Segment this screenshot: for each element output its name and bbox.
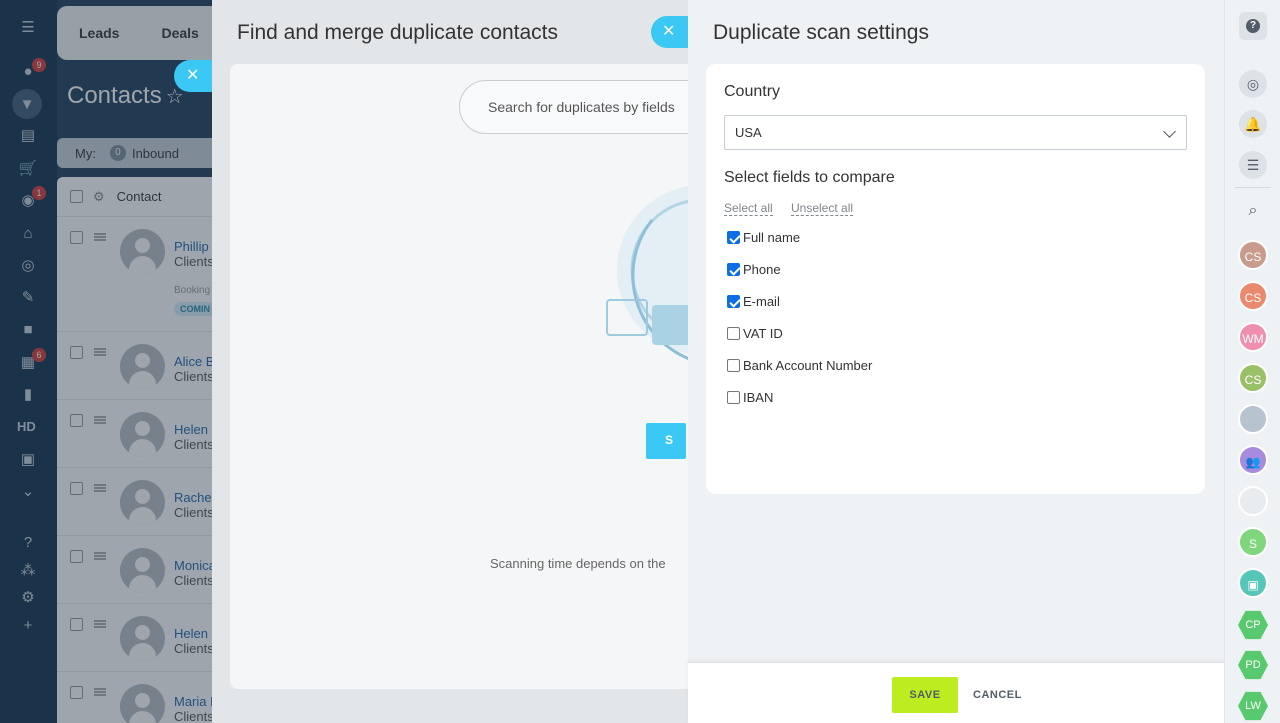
avatar-initials: S bbox=[1248, 537, 1257, 551]
field-bank-account[interactable]: Bank Account Number bbox=[727, 358, 872, 373]
vat-id-checkbox[interactable] bbox=[727, 327, 740, 340]
start-scan-label: S bbox=[665, 433, 674, 447]
settings-panel-title: Duplicate scan settings bbox=[713, 21, 929, 44]
iban-checkbox[interactable] bbox=[727, 391, 740, 404]
field-email[interactable]: E-mail bbox=[727, 294, 780, 309]
avatar[interactable] bbox=[1238, 486, 1268, 516]
country-select-value: USA bbox=[735, 125, 762, 140]
chat-icon[interactable]: ☰ bbox=[1239, 151, 1267, 179]
copilot-icon[interactable]: ◎ bbox=[1239, 70, 1267, 98]
hex-avatar-initials: PD bbox=[1245, 659, 1261, 671]
avatar-initials: CS bbox=[1244, 373, 1262, 387]
field-iban[interactable]: IBAN bbox=[727, 390, 773, 405]
fields-label: Select fields to compare bbox=[724, 169, 895, 186]
settings-footer: SAVE CANCEL bbox=[688, 662, 1224, 723]
notes-avatar[interactable]: ▣ bbox=[1238, 568, 1268, 598]
phone-label: Phone bbox=[743, 262, 781, 277]
avatar[interactable]: WM bbox=[1238, 322, 1268, 352]
select-all-link[interactable]: Select all bbox=[724, 201, 773, 216]
cancel-button[interactable]: CANCEL bbox=[973, 677, 1022, 713]
chevron-down-icon bbox=[1163, 125, 1176, 138]
save-button[interactable]: SAVE bbox=[892, 677, 958, 713]
avatar[interactable]: CS bbox=[1238, 281, 1268, 311]
phone-checkbox[interactable] bbox=[727, 263, 740, 276]
avatar[interactable]: CS bbox=[1238, 240, 1268, 270]
start-scan-button[interactable]: S bbox=[646, 423, 686, 459]
question-icon: ? bbox=[1246, 19, 1260, 33]
close-underlying-panel-button[interactable]: ✕ bbox=[174, 60, 214, 92]
field-full-name[interactable]: Full name bbox=[727, 230, 800, 245]
group-avatar[interactable]: 👥 bbox=[1238, 445, 1268, 475]
right-sidebar: ? ◎ 🔔 ☰ ⌕ CS CS WM CS 👥 S ▣ CP PD LW bbox=[1224, 0, 1280, 723]
iban-label: IBAN bbox=[743, 390, 774, 405]
bank-account-checkbox[interactable] bbox=[727, 359, 740, 372]
hex-avatar[interactable]: CP bbox=[1238, 610, 1268, 640]
hex-avatar[interactable]: PD bbox=[1238, 650, 1268, 680]
full-name-label: Full name bbox=[743, 230, 801, 245]
avatar-initials: WM bbox=[1242, 332, 1264, 346]
country-select[interactable]: USA bbox=[724, 115, 1187, 150]
avatar[interactable]: CS bbox=[1238, 363, 1268, 393]
unselect-all-link[interactable]: Unselect all bbox=[791, 201, 854, 216]
search-icon[interactable]: ⌕ bbox=[1239, 197, 1267, 225]
avatar-initials: CS bbox=[1244, 291, 1262, 305]
settings-panel: Duplicate scan settings Country USA Sele… bbox=[688, 0, 1224, 723]
scan-time-note: Scanning time depends on the bbox=[490, 556, 666, 571]
country-label: Country bbox=[724, 83, 781, 100]
vat-id-label: VAT ID bbox=[743, 326, 783, 341]
close-settings-button[interactable]: ✕ bbox=[651, 16, 688, 48]
field-vat-id[interactable]: VAT ID bbox=[727, 326, 783, 341]
divider bbox=[1235, 187, 1271, 188]
avatar-initials: CS bbox=[1244, 250, 1262, 264]
hex-avatar-initials: CP bbox=[1245, 619, 1261, 631]
merge-panel-title: Find and merge duplicate contacts bbox=[237, 21, 559, 44]
merge-panel: Find and merge duplicate contacts Search… bbox=[212, 0, 772, 723]
hex-avatar[interactable]: LW bbox=[1238, 691, 1268, 721]
hex-avatar-initials: LW bbox=[1245, 700, 1261, 712]
bell-icon[interactable]: 🔔 bbox=[1239, 110, 1267, 138]
field-phone[interactable]: Phone bbox=[727, 262, 781, 277]
email-checkbox[interactable] bbox=[727, 295, 740, 308]
avatar[interactable] bbox=[1238, 404, 1268, 434]
duplicate-search-input[interactable]: Search for duplicates by fields bbox=[459, 80, 719, 134]
bank-account-label: Bank Account Number bbox=[743, 358, 873, 373]
settings-card: Country USA Select fields to compare Sel… bbox=[706, 64, 1205, 494]
full-name-checkbox[interactable] bbox=[727, 231, 740, 244]
help-button[interactable]: ? bbox=[1239, 12, 1267, 40]
avatar[interactable]: S bbox=[1238, 527, 1268, 557]
email-label: E-mail bbox=[743, 294, 780, 309]
